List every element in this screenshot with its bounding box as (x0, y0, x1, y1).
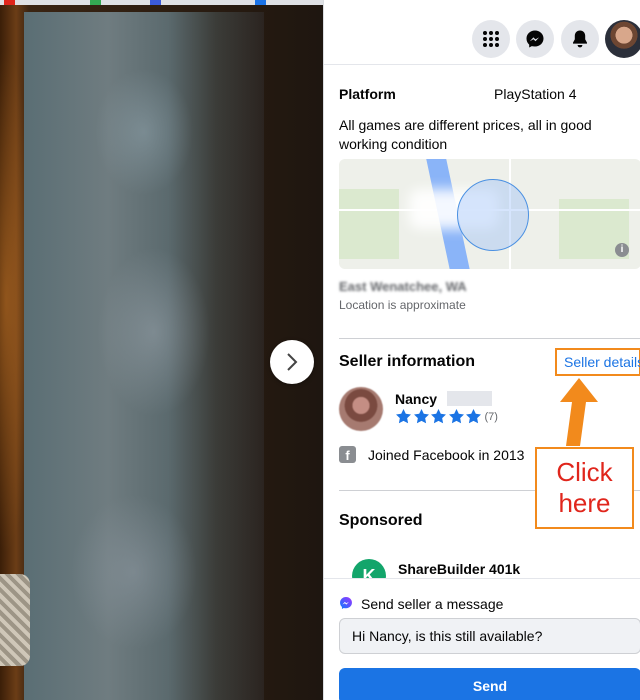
seller-details-link[interactable]: Seller details (564, 354, 640, 370)
seller-information-heading: Seller information (339, 353, 476, 370)
platform-label: Platform (339, 86, 396, 102)
chevron-right-icon (287, 353, 298, 371)
callout-line-1: Click (556, 457, 613, 487)
location-name: East Wenatchee, WA (339, 279, 467, 294)
seller-last-name-redacted (447, 391, 492, 406)
menu-grid-button[interactable] (472, 20, 510, 58)
messenger-button[interactable] (516, 20, 554, 58)
messenger-icon (526, 30, 544, 48)
rating-star-icon (413, 409, 429, 424)
divider (339, 338, 640, 339)
platform-value: PlayStation 4 (494, 86, 577, 102)
map-park-area (339, 189, 399, 259)
location-approximate-note: Location is approximate (339, 298, 466, 312)
notifications-bell-icon (573, 30, 587, 48)
seller-joined-date: Joined Facebook in 2013 (368, 447, 525, 463)
sponsored-heading: Sponsored (339, 512, 423, 529)
seller-name[interactable]: Nancy (395, 391, 437, 407)
rating-star-icon (448, 409, 464, 424)
next-photo-button[interactable] (270, 340, 314, 384)
photo-viewer (0, 0, 323, 700)
messenger-icon (340, 597, 352, 609)
profile-avatar[interactable] (605, 20, 640, 58)
map-info-icon[interactable]: i (615, 243, 629, 257)
message-input[interactable] (339, 618, 640, 654)
facebook-icon: f (339, 446, 356, 463)
listing-photo (24, 12, 264, 700)
click-here-callout: Click here (535, 447, 634, 529)
callout-line-2: here (558, 488, 611, 518)
listing-details-panel: Platform PlayStation 4 All games are dif… (323, 0, 640, 700)
message-seller-footer: Send seller a message Send (324, 578, 640, 700)
location-map[interactable]: i (339, 159, 640, 269)
rating-star-icon (396, 409, 411, 424)
send-button[interactable]: Send (339, 668, 640, 700)
listing-description: All games are different prices, all in g… (339, 117, 592, 152)
background-photo-blanket (0, 574, 30, 666)
rating-star-icon (466, 409, 481, 424)
approximate-location-circle (457, 179, 529, 251)
browser-tab-strip (0, 0, 323, 5)
rating-star-icon (431, 409, 446, 424)
rating-count: (7) (484, 410, 498, 423)
top-navigation-bar (324, 0, 640, 65)
send-message-heading: Send seller a message (361, 596, 504, 612)
notifications-button[interactable] (561, 20, 599, 58)
seller-avatar[interactable] (339, 387, 383, 431)
seller-rating[interactable]: (7) (395, 408, 498, 425)
ad-name[interactable]: ShareBuilder 401k (398, 561, 520, 577)
menu-grid-icon (483, 31, 499, 47)
